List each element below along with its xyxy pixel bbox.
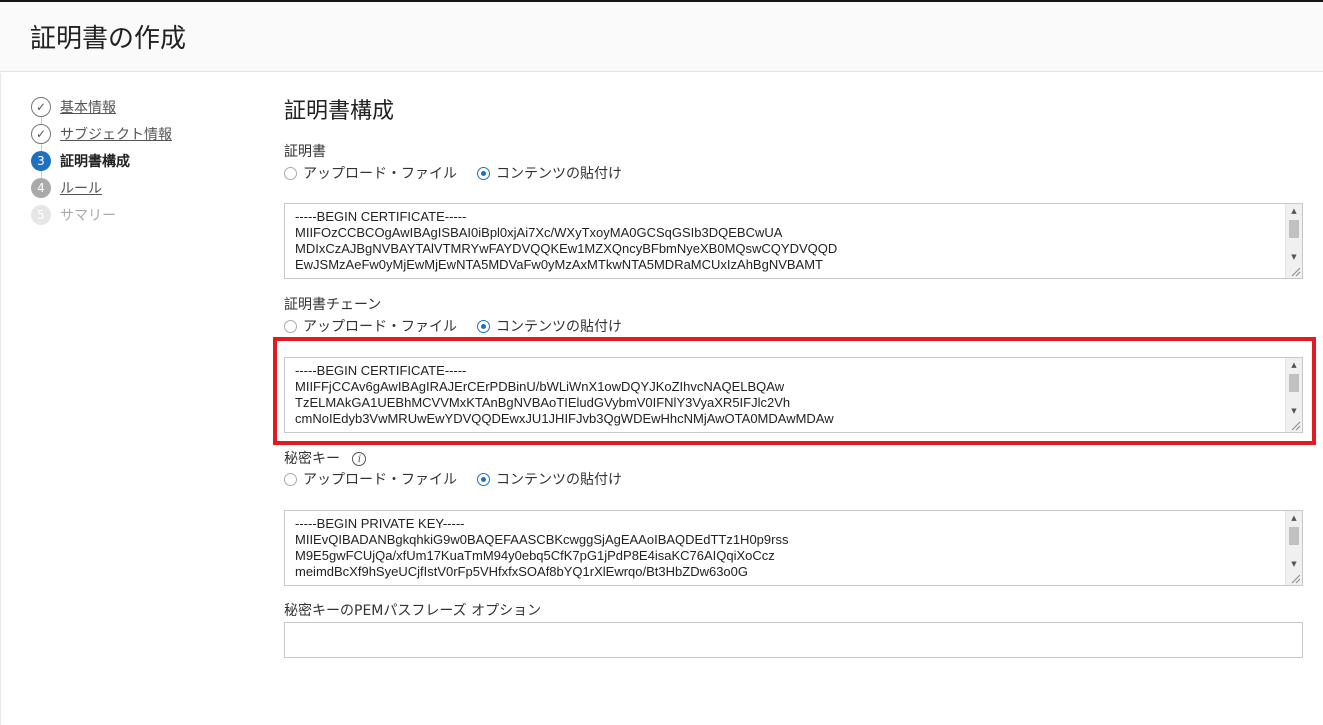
page-title: 証明書の作成 bbox=[30, 24, 187, 54]
private-key-label-text: 秘密キー bbox=[284, 451, 340, 467]
radio-paste-contents[interactable] bbox=[477, 472, 490, 486]
wizard-steps: ✓ 基本情報 ✓ サブジェクト情報 3 証明書構成 4 ルール 5 サマリー bbox=[31, 93, 172, 228]
certificate-chain-label: 証明書チェーン bbox=[284, 297, 382, 313]
scroll-thumb[interactable] bbox=[1289, 374, 1299, 392]
resize-handle-icon[interactable] bbox=[1289, 419, 1301, 431]
step-number: 4 bbox=[31, 177, 51, 198]
page-header: 証明書の作成 bbox=[0, 2, 1323, 72]
step-subject-info[interactable]: ✓ サブジェクト情報 bbox=[31, 120, 172, 147]
resize-handle-icon[interactable] bbox=[1289, 572, 1301, 584]
resize-handle-icon[interactable] bbox=[1289, 265, 1301, 277]
passphrase-label: 秘密キーのPEMパスフレーズ オプション bbox=[284, 603, 542, 619]
step-number: 5 bbox=[31, 204, 51, 225]
step-certificate-config: 3 証明書構成 bbox=[31, 147, 172, 174]
step-label[interactable]: サブジェクト情報 bbox=[60, 124, 172, 144]
scroll-thumb[interactable] bbox=[1289, 220, 1299, 238]
private-key-textarea[interactable]: -----BEGIN PRIVATE KEY----- MIIEvQIBADAN… bbox=[284, 510, 1303, 586]
radio-upload-file[interactable] bbox=[284, 166, 297, 180]
chain-source-radio-group: アップロード・ファイル コンテンツの貼付け bbox=[284, 316, 642, 336]
certificate-content: -----BEGIN CERTIFICATE----- MIIFOzCCBCOg… bbox=[295, 209, 838, 272]
certificate-label: 証明書 bbox=[284, 144, 326, 160]
check-icon: ✓ bbox=[31, 96, 51, 117]
radio-label[interactable]: コンテンツの貼付け bbox=[496, 163, 622, 183]
step-rules[interactable]: 4 ルール bbox=[31, 174, 172, 201]
scroll-up-arrow-icon[interactable]: ▲ bbox=[1286, 204, 1302, 218]
info-icon[interactable]: i bbox=[352, 452, 367, 466]
certificate-chain-textarea[interactable]: -----BEGIN CERTIFICATE----- MIIFFjCCAv6g… bbox=[284, 357, 1303, 433]
chain-content: -----BEGIN CERTIFICATE----- MIIFFjCCAv6g… bbox=[295, 363, 834, 426]
radio-label[interactable]: アップロード・ファイル bbox=[303, 316, 457, 336]
scroll-down-arrow-icon[interactable]: ▼ bbox=[1286, 404, 1302, 418]
check-icon: ✓ bbox=[31, 123, 51, 144]
radio-label[interactable]: アップロード・ファイル bbox=[303, 469, 457, 489]
private-key-content: -----BEGIN PRIVATE KEY----- MIIEvQIBADAN… bbox=[295, 516, 789, 579]
radio-upload-file[interactable] bbox=[284, 472, 297, 486]
scroll-up-arrow-icon[interactable]: ▲ bbox=[1286, 511, 1302, 525]
certificate-textarea[interactable]: -----BEGIN CERTIFICATE----- MIIFOzCCBCOg… bbox=[284, 203, 1303, 279]
private-key-source-radio-group: アップロード・ファイル コンテンツの貼付け bbox=[284, 469, 642, 489]
scroll-down-arrow-icon[interactable]: ▼ bbox=[1286, 250, 1302, 264]
radio-label[interactable]: コンテンツの貼付け bbox=[496, 469, 622, 489]
radio-upload-file[interactable] bbox=[284, 319, 297, 333]
step-label: 証明書構成 bbox=[60, 153, 130, 170]
section-title: 証明書構成 bbox=[284, 99, 395, 124]
radio-paste-contents[interactable] bbox=[477, 319, 490, 333]
step-basic-info[interactable]: ✓ 基本情報 bbox=[31, 93, 172, 120]
radio-paste-contents[interactable] bbox=[477, 166, 490, 180]
radio-label[interactable]: コンテンツの貼付け bbox=[496, 316, 622, 336]
step-label[interactable]: ルール bbox=[60, 178, 102, 198]
scroll-down-arrow-icon[interactable]: ▼ bbox=[1286, 557, 1302, 571]
private-key-label: 秘密キー i bbox=[284, 448, 367, 468]
step-label: サマリー bbox=[60, 207, 116, 224]
scroll-up-arrow-icon[interactable]: ▲ bbox=[1286, 358, 1302, 372]
radio-label[interactable]: アップロード・ファイル bbox=[303, 163, 457, 183]
main-panel: ✓ 基本情報 ✓ サブジェクト情報 3 証明書構成 4 ルール 5 サマリー 証… bbox=[0, 73, 1323, 725]
scroll-thumb[interactable] bbox=[1289, 527, 1299, 545]
step-label[interactable]: 基本情報 bbox=[60, 97, 116, 117]
passphrase-input[interactable] bbox=[284, 622, 1303, 658]
step-number: 3 bbox=[31, 150, 51, 171]
step-summary: 5 サマリー bbox=[31, 201, 172, 228]
certificate-source-radio-group: アップロード・ファイル コンテンツの貼付け bbox=[284, 163, 642, 183]
